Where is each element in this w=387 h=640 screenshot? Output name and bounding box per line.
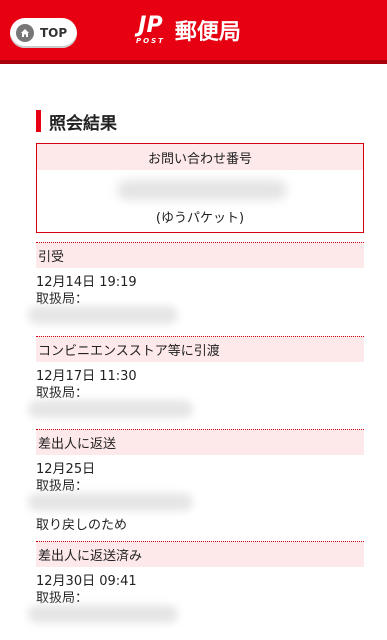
event-datetime: 12月17日 11:30 (36, 369, 137, 384)
header-divider (0, 60, 387, 64)
event-status: コンビニエンスストア等に引渡 (36, 336, 364, 362)
logo-mark-text: JP (138, 13, 163, 38)
title-accent-bar (36, 110, 41, 132)
service-type: (ゆうパケット) (155, 211, 245, 226)
tracking-event: 差出人に返送 12月25日 取扱局： 取り戻しのため (28, 429, 364, 534)
redacted-tracking-number (117, 180, 287, 200)
section-title: 照会結果 (36, 110, 117, 134)
home-icon (16, 24, 34, 42)
logo-sub-text: POST (136, 37, 165, 45)
event-status: 引受 (36, 242, 364, 268)
top-button-label: TOP (40, 26, 68, 40)
event-datetime: 12月14日 19:19 (36, 275, 137, 290)
event-datetime: 12月25日 (36, 462, 96, 477)
top-button[interactable]: TOP (10, 18, 77, 48)
tracking-event: 引受 12月14日 19:19 取扱局： (28, 242, 364, 324)
event-datetime: 12月30日 09:41 (36, 574, 137, 589)
redacted-office (28, 400, 193, 418)
inquiry-box: お問い合わせ番号 (ゆうパケット) (36, 143, 364, 233)
page-title: 照会結果 (49, 113, 117, 134)
inquiry-number-label: お問い合わせ番号 (37, 144, 363, 170)
app-header: TOP JP POST 郵便局 (0, 0, 387, 60)
event-status: 差出人に返送済み (36, 541, 364, 567)
logo-text: 郵便局 (174, 20, 241, 45)
japan-post-logo: JP POST 郵便局 (136, 14, 241, 46)
event-status: 差出人に返送 (36, 429, 364, 455)
tracking-event: コンビニエンスストア等に引渡 12月17日 11:30 取扱局： (28, 336, 364, 418)
redacted-office (28, 605, 178, 623)
redacted-office (28, 493, 193, 511)
redacted-office (28, 306, 178, 324)
event-note: 取り戻しのため (36, 518, 128, 533)
jp-post-mark: JP POST (136, 13, 165, 46)
tracking-event: 差出人に返送済み 12月30日 09:41 取扱局： (28, 541, 364, 623)
